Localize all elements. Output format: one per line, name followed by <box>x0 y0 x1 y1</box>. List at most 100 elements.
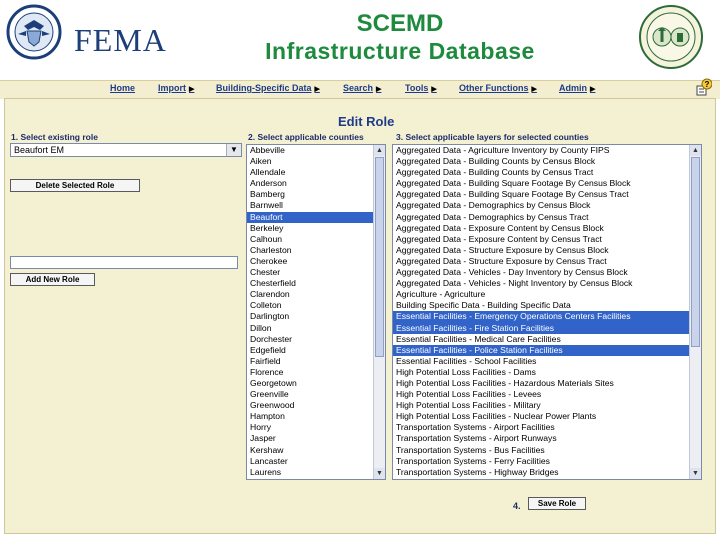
caret-right-icon: ▶ <box>431 86 437 93</box>
list-item[interactable]: Aggregated Data - Vehicles - Night Inven… <box>393 278 689 289</box>
scroll-up-icon[interactable]: ▲ <box>374 145 385 156</box>
app-title: SCEMD <box>356 10 444 37</box>
list-item[interactable]: Dillon <box>247 323 373 334</box>
list-item[interactable]: Essential Facilities - School Facilities <box>393 356 689 367</box>
list-item[interactable]: Horry <box>247 422 373 433</box>
scroll-thumb[interactable] <box>375 157 384 357</box>
nav-other-functions[interactable]: Other Functions ▶ <box>459 83 537 93</box>
list-item[interactable]: Abbeville <box>247 145 373 156</box>
help-icon[interactable]: ? <box>696 78 712 96</box>
list-item[interactable]: Edgefield <box>247 345 373 356</box>
list-item[interactable]: Charleston <box>247 245 373 256</box>
list-item[interactable]: Aggregated Data - Exposure Content by Ce… <box>393 234 689 245</box>
layers-scrollbar[interactable]: ▲ ▼ <box>689 145 701 479</box>
list-item[interactable]: Chesterfield <box>247 278 373 289</box>
list-item[interactable]: Beaufort <box>247 211 373 223</box>
list-item[interactable]: Agriculture - Agriculture <box>393 289 689 300</box>
list-item[interactable]: Allendale <box>247 167 373 178</box>
list-item[interactable]: Jasper <box>247 433 373 444</box>
list-item[interactable]: Essential Facilities - Medical Care Faci… <box>393 334 689 345</box>
list-item[interactable]: Aggregated Data - Vehicles - Day Invento… <box>393 267 689 278</box>
list-item[interactable]: Florence <box>247 367 373 378</box>
list-item[interactable]: Essential Facilities - Police Station Fa… <box>393 344 689 356</box>
step3-label: 3. Select applicable layers for selected… <box>396 132 589 142</box>
list-item[interactable]: Lancaster <box>247 456 373 467</box>
list-item[interactable]: High Potential Loss Facilities - Levees <box>393 389 689 400</box>
layers-listbox[interactable]: Aggregated Data - Agriculture Inventory … <box>392 144 702 480</box>
list-item[interactable]: Bamberg <box>247 189 373 200</box>
list-item[interactable]: Aggregated Data - Building Square Footag… <box>393 178 689 189</box>
nav-building-specific-data[interactable]: Building-Specific Data ▶ <box>216 83 320 93</box>
list-item[interactable]: Aggregated Data - Building Counts by Cen… <box>393 167 689 178</box>
list-item[interactable]: Kershaw <box>247 445 373 456</box>
list-item[interactable]: Georgetown <box>247 378 373 389</box>
list-item[interactable]: Aggregated Data - Structure Exposure by … <box>393 245 689 256</box>
list-item[interactable]: High Potential Loss Facilities - Militar… <box>393 400 689 411</box>
list-item[interactable]: Calhoun <box>247 234 373 245</box>
list-item[interactable]: Aggregated Data - Agriculture Inventory … <box>393 145 689 156</box>
counties-list: Abbeville Aiken Allendale Anderson Bamberg Ba… <box>247 145 373 478</box>
list-item[interactable]: Aiken <box>247 156 373 167</box>
caret-right-icon: ▶ <box>590 86 596 93</box>
caret-right-icon: ▶ <box>189 86 195 93</box>
list-item[interactable]: Aggregated Data - Structure Exposure by … <box>393 256 689 267</box>
list-item[interactable]: Greenwood <box>247 400 373 411</box>
counties-listbox[interactable]: Abbeville Aiken Allendale Anderson Bamberg Ba… <box>246 144 386 480</box>
list-item[interactable]: Anderson <box>247 178 373 189</box>
counties-scrollbar[interactable]: ▲ ▼ <box>373 145 385 479</box>
list-item[interactable]: Colleton <box>247 300 373 311</box>
list-item[interactable]: Transportation Systems - Airport Facilit… <box>393 422 689 433</box>
caret-right-icon: ▶ <box>376 86 382 93</box>
layers-list: Aggregated Data - Agriculture Inventory … <box>393 145 689 478</box>
list-item[interactable]: Aggregated Data - Building Square Footag… <box>393 189 689 200</box>
nav-admin[interactable]: Admin ▶ <box>559 83 595 93</box>
nav-home[interactable]: Home <box>110 83 135 93</box>
existing-role-select[interactable]: Beaufort EM ▼ <box>10 143 242 157</box>
nav-tools[interactable]: Tools ▶ <box>405 83 437 93</box>
list-item[interactable]: High Potential Loss Facilities - Dams <box>393 367 689 378</box>
scroll-down-icon[interactable]: ▼ <box>374 468 385 479</box>
list-item[interactable]: Aggregated Data - Exposure Content by Ce… <box>393 223 689 234</box>
list-item[interactable]: Aggregated Data - Demographics by Census… <box>393 212 689 223</box>
list-item[interactable]: Transportation Systems - Bus Facilities <box>393 445 689 456</box>
list-item[interactable]: Aggregated Data - Building Counts by Cen… <box>393 156 689 167</box>
step1-label: 1. Select existing role <box>11 132 98 142</box>
caret-right-icon: ▶ <box>531 86 537 93</box>
nav-import[interactable]: Import ▶ <box>158 83 194 93</box>
step4-label: 4. <box>513 501 521 511</box>
list-item[interactable]: Transportation Systems - Airport Runways <box>393 433 689 444</box>
delete-role-button[interactable]: Delete Selected Role <box>10 179 140 192</box>
top-nav: Home Import ▶ Building-Specific Data ▶ Sea… <box>0 80 720 99</box>
list-item[interactable]: Berkeley <box>247 223 373 234</box>
list-item[interactable]: Essential Facilities - Fire Station Faci… <box>393 322 689 334</box>
list-item[interactable]: Laurens <box>247 467 373 478</box>
page-title: Edit Role <box>338 114 395 129</box>
list-item[interactable]: Clarendon <box>247 289 373 300</box>
scroll-thumb[interactable] <box>691 157 700 347</box>
list-item[interactable]: Transportation Systems - Highway Bridges <box>393 467 689 478</box>
list-item[interactable]: Hampton <box>247 411 373 422</box>
existing-role-value: Beaufort EM <box>14 145 65 155</box>
list-item[interactable]: Transportation Systems - Ferry Facilitie… <box>393 456 689 467</box>
save-role-button[interactable]: Save Role <box>528 497 586 510</box>
scroll-up-icon[interactable]: ▲ <box>690 145 701 156</box>
chevron-down-icon: ▼ <box>226 144 241 156</box>
list-item[interactable]: Building Specific Data - Building Specif… <box>393 300 689 311</box>
svg-text:?: ? <box>705 80 710 89</box>
list-item[interactable]: Essential Facilities - Emergency Operati… <box>393 311 689 323</box>
list-item[interactable]: Greenville <box>247 389 373 400</box>
list-item[interactable]: Chester <box>247 267 373 278</box>
add-role-button[interactable]: Add New Role <box>10 273 95 286</box>
list-item[interactable]: Cherokee <box>247 256 373 267</box>
list-item[interactable]: Aggregated Data - Demographics by Census… <box>393 200 689 211</box>
list-item[interactable]: Darlington <box>247 311 373 322</box>
list-item[interactable]: High Potential Loss Facilities - Hazardo… <box>393 378 689 389</box>
list-item[interactable]: Fairfield <box>247 356 373 367</box>
list-item[interactable]: High Potential Loss Facilities - Nuclear… <box>393 411 689 422</box>
new-role-input[interactable] <box>10 256 238 269</box>
list-item[interactable]: Dorchester <box>247 334 373 345</box>
nav-search[interactable]: Search ▶ <box>343 83 381 93</box>
scroll-down-icon[interactable]: ▼ <box>690 468 701 479</box>
app-subtitle: Infrastructure Database <box>265 38 535 64</box>
list-item[interactable]: Barnwell <box>247 200 373 211</box>
